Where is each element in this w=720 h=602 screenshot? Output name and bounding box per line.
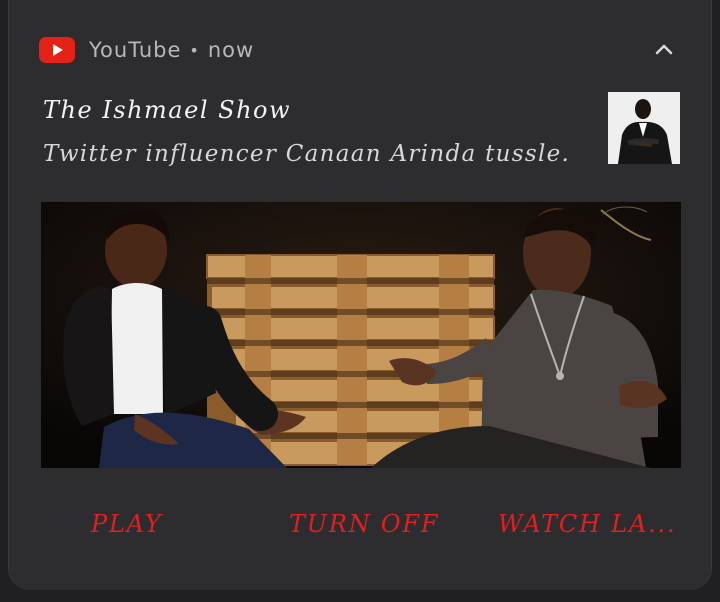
header-separator: • — [189, 40, 200, 60]
turn-off-button[interactable]: TURN OFF — [289, 510, 439, 538]
play-button[interactable]: PLAY — [91, 510, 163, 538]
app-name: YouTube — [89, 38, 182, 62]
chevron-up-icon — [655, 44, 673, 55]
channel-thumbnail — [608, 92, 680, 164]
thumbnail-image — [608, 92, 680, 164]
notification-title: The Ishmael Show — [43, 96, 292, 124]
notification-time: now — [207, 38, 255, 62]
youtube-notification-card[interactable]: YouTube • now The Ishmael Show Twitter i… — [8, 0, 712, 590]
video-preview-image[interactable] — [41, 202, 681, 468]
notification-header: YouTube • now — [39, 32, 254, 68]
youtube-logo-icon — [39, 37, 75, 63]
watch-later-button[interactable]: WATCH LA... — [498, 510, 676, 538]
notification-screen: YouTube • now The Ishmael Show Twitter i… — [0, 0, 720, 602]
video-thumbnail-scene — [41, 202, 681, 468]
collapse-button[interactable] — [653, 38, 675, 60]
notification-actions: PLAY TURN OFF WATCH LA... — [41, 510, 681, 550]
notification-text: Twitter influencer Canaan Arinda tussle. — [43, 141, 571, 167]
